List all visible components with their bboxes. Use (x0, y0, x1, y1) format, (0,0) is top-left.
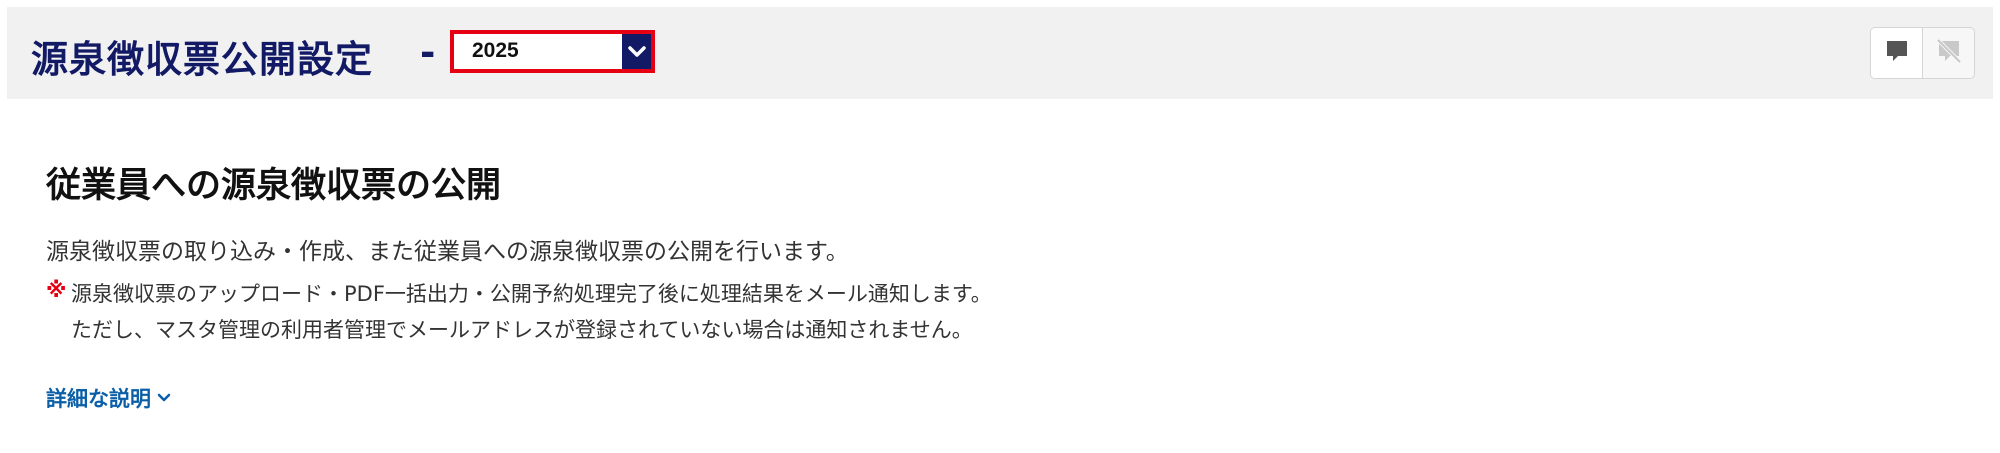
year-select-value: 2025 (472, 39, 519, 62)
comment-icon (1884, 38, 1910, 68)
comment-off-icon (1935, 37, 1963, 69)
comment-toggle-group (1870, 27, 1975, 79)
page-header: 源泉徴収票公開設定 - 2025 (7, 7, 1993, 99)
note-text-line1: 源泉徴収票のアップロード・PDF一括出力・公開予約処理完了後に処理結果をメール通… (71, 282, 992, 306)
detail-explanation-link[interactable]: 詳細な説明 (46, 383, 171, 413)
section-description: 源泉徴収票の取り込み・作成、また従業員への源泉徴収票の公開を行います。 (46, 239, 849, 265)
note-text-line2: ただし、マスタ管理の利用者管理でメールアドレスが登録されていない場合は通知されま… (71, 318, 973, 342)
note-mark: ※ (46, 278, 67, 302)
page-title: 源泉徴収票公開設定 (31, 38, 373, 81)
chevron-down-icon (157, 393, 171, 403)
comment-off-button[interactable] (1923, 28, 1974, 78)
year-select[interactable]: 2025 (450, 30, 655, 73)
section-heading: 従業員への源泉徴収票の公開 (46, 166, 502, 206)
page: 源泉徴収票公開設定 - 2025 従業員への源泉徴収票の公開 源泉徴収票の取り込… (0, 0, 2000, 453)
comment-on-button[interactable] (1871, 28, 1923, 78)
chevron-down-icon[interactable] (622, 34, 651, 69)
title-separator: - (420, 31, 436, 74)
detail-link-label: 詳細な説明 (46, 387, 151, 411)
